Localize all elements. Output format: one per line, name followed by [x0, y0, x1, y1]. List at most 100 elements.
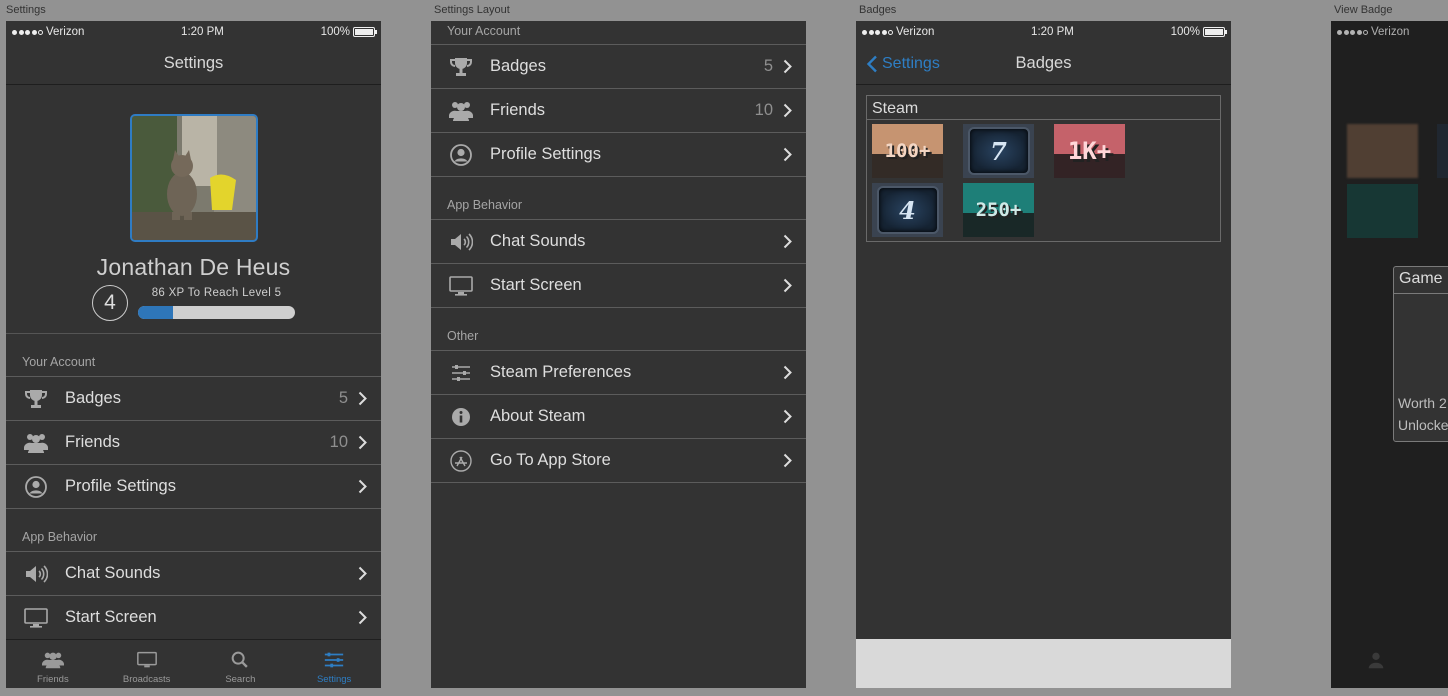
tab-label: Search [225, 674, 256, 685]
nav-bar: Settings [6, 43, 381, 85]
trophy-icon [22, 387, 50, 411]
xp-progress-fill [138, 306, 173, 319]
tab-broadcasts[interactable]: Broadcasts [100, 640, 194, 688]
sliders-icon [447, 361, 475, 385]
artboard-label-badges: Badges [859, 4, 897, 16]
tab-bar-placeholder [856, 639, 1231, 688]
battery-label: 100% [1170, 26, 1200, 38]
tab-label: Broadcasts [122, 674, 171, 685]
badge-250-plus[interactable]: 250+ [963, 183, 1034, 237]
badge-label: 250+ [975, 199, 1022, 221]
user-name: Jonathan De Heus [96, 254, 291, 280]
artboard-label-settings: Settings [6, 4, 46, 16]
settings-row-label: Profile Settings [490, 145, 601, 163]
settings-screen: Verizon 1:20 PM 100% Settings Jonathan D… [6, 21, 381, 688]
badge-detail-card: Game I Worth 2 Unlocke [1393, 266, 1448, 442]
settings-row-label: Friends [490, 101, 546, 119]
tab-settings[interactable]: Settings [287, 640, 381, 688]
xp-text: 86 XP To Reach Level 5 [151, 287, 282, 299]
status-time: 1:20 PM [1031, 26, 1074, 38]
trophy-icon [447, 55, 475, 79]
chevron-right-icon [358, 391, 367, 406]
chevron-right-icon [783, 365, 792, 380]
settings-row-friends[interactable]: Friends 10 [431, 89, 806, 133]
badge-7[interactable]: 7 [963, 124, 1034, 178]
settings-row-start-screen[interactable]: Start Screen [431, 264, 806, 308]
badge-4[interactable]: 4 [872, 183, 943, 237]
badge-label: 100+ [884, 140, 931, 162]
badge-label: 4 [876, 186, 939, 234]
friends-icon [22, 431, 50, 455]
badge-group: Steam 100+ 7 1K+ 4 250+ [866, 95, 1221, 242]
settings-row-start-screen[interactable]: Start Screen [6, 596, 381, 640]
settings-row-label: Friends [65, 433, 121, 451]
user-circle-icon [22, 475, 50, 499]
sliders-icon [324, 652, 344, 668]
badge-group-title: Steam [867, 96, 1220, 120]
cat-photo-image [131, 116, 256, 240]
search-icon [232, 651, 249, 668]
chevron-right-icon [783, 278, 792, 293]
settings-row-label: Profile Settings [65, 477, 176, 495]
badge-1k-plus[interactable]: 1K+ [1054, 124, 1125, 178]
artboard-label-settings-layout: Settings Layout [434, 4, 510, 16]
section-header-your-account: Your Account [6, 334, 381, 377]
settings-row-label: Start Screen [490, 276, 582, 294]
settings-row-go-to-app-store[interactable]: Go To App Store [431, 439, 806, 483]
badge-worth-text: Worth 2 [1398, 395, 1447, 411]
badge-detail-title: Game I [1394, 267, 1448, 294]
monitor-icon [22, 606, 50, 630]
signal-icon [12, 29, 43, 35]
badge-label: 7 [967, 127, 1030, 175]
user-circle-icon [447, 143, 475, 167]
tab-label: Settings [316, 674, 352, 685]
view-badge-screen: Verizon Game I Worth 2 Unlocke [1331, 21, 1448, 688]
tab-label: Friends [37, 674, 69, 685]
badge-100-plus[interactable]: 100+ [872, 124, 943, 178]
badge-label: 1K+ [1067, 137, 1112, 165]
friends-icon [41, 652, 64, 669]
settings-row-label: Badges [65, 389, 121, 407]
status-bar: Verizon 1:20 PM 100% [856, 21, 1231, 43]
info-icon [447, 405, 475, 429]
settings-row-chat-sounds[interactable]: Chat Sounds [6, 552, 381, 596]
chevron-right-icon [783, 103, 792, 118]
settings-row-friends[interactable]: Friends 10 [6, 421, 381, 465]
settings-row-profile-settings[interactable]: Profile Settings [6, 465, 381, 509]
signal-icon [862, 29, 893, 35]
monitor-icon [447, 274, 475, 298]
back-label: Settings [882, 55, 940, 72]
settings-row-chat-sounds[interactable]: Chat Sounds [431, 220, 806, 264]
page-title: Badges [1015, 54, 1072, 72]
settings-row-badges[interactable]: Badges 5 [431, 45, 806, 89]
chevron-right-icon [358, 435, 367, 450]
avatar[interactable] [129, 114, 258, 242]
tab-search[interactable]: Search [194, 640, 288, 688]
settings-row-badges[interactable]: Badges 5 [6, 377, 381, 421]
back-button[interactable]: Settings [866, 43, 940, 85]
settings-row-label: Go To App Store [490, 451, 611, 469]
battery-icon [1202, 27, 1227, 37]
level-badge: 4 [92, 285, 128, 321]
level-row: 4 86 XP To Reach Level 5 [92, 285, 295, 321]
chevron-right-icon [358, 566, 367, 581]
chevron-right-icon [783, 59, 792, 74]
friends-icon [447, 99, 475, 123]
badges-count: 5 [338, 389, 348, 407]
settings-row-steam-preferences[interactable]: Steam Preferences [431, 351, 806, 395]
battery-icon [352, 27, 377, 37]
badges-screen: Verizon 1:20 PM 100% Settings Badges Ste… [856, 21, 1231, 688]
settings-row-label: About Steam [490, 407, 586, 425]
badges-count: 5 [763, 57, 773, 75]
chevron-right-icon [783, 453, 792, 468]
settings-row-profile-settings[interactable]: Profile Settings [431, 133, 806, 177]
tab-friends[interactable]: Friends [6, 640, 100, 688]
battery-label: 100% [320, 26, 350, 38]
settings-row-label: Chat Sounds [490, 232, 586, 250]
section-header-your-account: Your Account [431, 21, 806, 45]
settings-layout-screen: Your Account Badges 5 Friends 10 Profile… [431, 21, 806, 688]
settings-row-label: Start Screen [65, 608, 157, 626]
friends-icon [1368, 652, 1384, 669]
nav-bar: Settings Badges [856, 43, 1231, 85]
settings-row-about-steam[interactable]: About Steam [431, 395, 806, 439]
